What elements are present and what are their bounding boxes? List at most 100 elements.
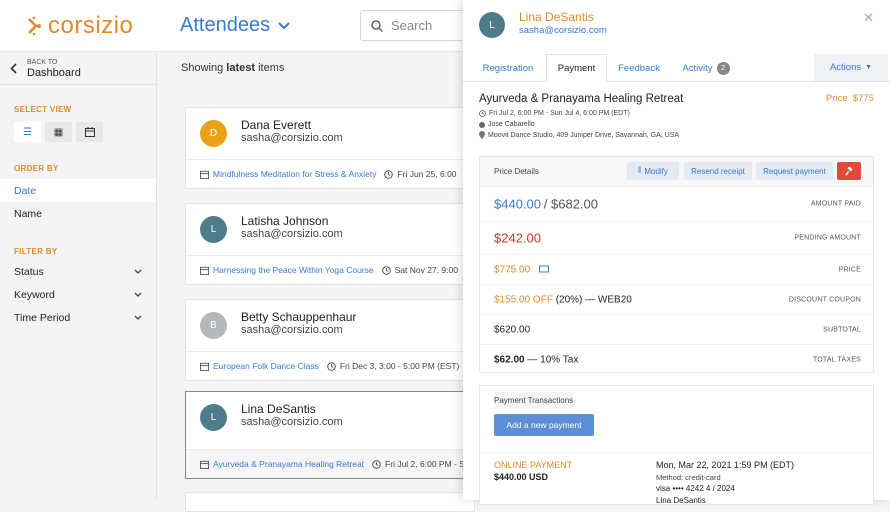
modify-button[interactable]: ⫼ Modify (627, 162, 679, 180)
event-date: Fri Jun 25, 6:00 (397, 169, 457, 179)
event-link[interactable]: Ayurveda & Pranayama Healing Retreat (213, 459, 364, 469)
price-details-title: Price Details (494, 167, 539, 176)
card-footer: Ayurveda & Pranayama Healing Retreat Fri… (186, 449, 474, 478)
location-pin-icon (479, 131, 485, 139)
calendar-icon (200, 460, 209, 469)
transaction-type: ONLINE PAYMENT (494, 460, 573, 470)
transaction-row[interactable]: ONLINE PAYMENT $440.00 USD Mon, Mar 22, … (480, 452, 873, 512)
attendee-card[interactable]: L Latisha Johnson sasha@corsizio.com Har… (185, 203, 475, 285)
event-link[interactable]: European Folk Dance Class (213, 361, 319, 371)
coupon-detail: (20%) — WEB20 (555, 294, 632, 305)
order-by-date[interactable]: Date (0, 179, 156, 202)
transaction-amount: $440.00 USD (494, 472, 549, 482)
tab-label: Activity (682, 62, 713, 74)
event-instructor: Jose Cabarello (488, 121, 535, 128)
clock-icon (327, 361, 336, 371)
attendee-card[interactable]: B Betty Schauppenhaur sasha@corsizio.com… (185, 299, 475, 381)
add-payment-button[interactable]: Add a new payment (494, 414, 594, 436)
back-to-dashboard-link[interactable]: BACK TO Dashboard (0, 53, 156, 85)
search-input[interactable]: Search (360, 10, 480, 41)
close-icon[interactable]: ✕ (863, 10, 874, 26)
list-heading: Showing latest items (181, 62, 284, 74)
card-footer: Harnessing the Peace Within Yoga Course … (186, 255, 474, 284)
filter-by-heading: FILTER BY (14, 247, 58, 256)
transaction-method: Method: credit-card (656, 473, 721, 482)
calendar-icon (200, 170, 209, 179)
logo[interactable]: corsizio (26, 12, 133, 40)
page-title-dropdown[interactable]: Attendees (180, 14, 290, 37)
price-value: $775 (852, 93, 874, 104)
tab-activity[interactable]: Activity 2 (675, 54, 737, 82)
filter-status[interactable]: Status (0, 260, 156, 283)
price-row: $775.00 PRICE (480, 254, 873, 284)
tab-bar: Registration Payment Feedback Activity 2… (463, 54, 890, 82)
event-date: Fri Jul 2, 6:00 PM - S (385, 459, 465, 469)
tab-feedback[interactable]: Feedback (611, 54, 667, 82)
price-value-wrap: $775.00 (494, 264, 549, 275)
event-date: Fri Jul 2, 6:00 PM - Sun Jul 4, 6:00 PM … (489, 110, 630, 117)
amount-paid: $440.00 (494, 196, 541, 212)
attendee-card-partial[interactable] (185, 492, 475, 512)
avatar: B (200, 312, 227, 339)
list-view-icon[interactable]: ☰ (14, 122, 41, 142)
pending-amount-row: $242.00 PENDING AMOUNT (480, 221, 873, 254)
caret-down-icon: ▼ (865, 64, 873, 71)
price-row-label: PRICE (838, 266, 861, 273)
chevron-left-icon (10, 63, 17, 74)
heading-bold: latest (226, 62, 256, 74)
subtotal-value: $620.00 (494, 324, 531, 335)
resend-receipt-button[interactable]: Resend receipt (684, 162, 752, 180)
chevron-down-icon (278, 21, 290, 29)
filter-time-period[interactable]: Time Period (0, 306, 156, 329)
taxes-value: $62.00 — 10% Tax (494, 354, 578, 365)
grid-view-icon[interactable]: ▦ (45, 122, 72, 142)
filter-label: Time Period (14, 311, 71, 324)
sidebar: BACK TO Dashboard SELECT VIEW ☰ ▦ ORDER … (0, 53, 157, 500)
amount-paid-value: $440.00 / $682.00 (494, 197, 598, 212)
avatar: D (200, 120, 227, 147)
event-link[interactable]: Harnessing the Peace Within Yoga Course (213, 265, 374, 275)
event-location: Moovit Dance Studio, 409 Juniper Drive, … (488, 131, 680, 139)
event-link[interactable]: Mindfulness Meditation for Stress & Anxi… (213, 169, 376, 179)
event-date-meta: Fri Jul 2, 6:00 PM - Sun Jul 4, 6:00 PM … (479, 110, 630, 117)
request-payment-button[interactable]: Request payment (756, 162, 833, 180)
gavel-icon[interactable] (837, 162, 861, 180)
transaction-datetime: Mon, Mar 22, 2021 1:59 PM (EDT) (656, 460, 795, 470)
attendee-card[interactable]: D Dana Everett sasha@corsizio.com Mindfu… (185, 107, 475, 189)
heading-suffix: items (258, 62, 285, 74)
page-title: Attendees (180, 14, 271, 36)
actions-dropdown[interactable]: Actions ▼ (814, 54, 888, 81)
attendee-email: sasha@corsizio.com (241, 416, 343, 428)
event-date: Sat Nov 27, 9:00 (394, 265, 458, 275)
avatar: L (479, 12, 505, 38)
actions-label: Actions (829, 62, 862, 73)
price-amount: $775.00 (494, 264, 531, 275)
attendee-email: sasha@corsizio.com (241, 132, 343, 144)
coupon-value: $155.00 OFF (20%) — WEB20 (494, 294, 632, 305)
calendar-view-icon[interactable] (76, 122, 103, 142)
attendee-email[interactable]: sasha@corsizio.com (519, 25, 607, 36)
back-small-label: BACK TO (27, 58, 58, 66)
chevron-down-icon (134, 315, 142, 320)
amount-paid-label: AMOUNT PAID (810, 200, 861, 208)
logo-text: corsizio (48, 12, 134, 39)
activity-count-badge: 2 (716, 61, 730, 75)
price-details-box: Price Details ⫼ Modify Resend receipt Re… (479, 156, 874, 373)
attendee-name: Lina DeSantis (241, 402, 316, 416)
taxes-amount: $62.00 (494, 354, 525, 365)
ticket-icon[interactable] (538, 265, 549, 273)
back-label: Dashboard (27, 66, 81, 79)
filter-keyword[interactable]: Keyword (0, 283, 156, 306)
taxes-detail: — 10% Tax (527, 354, 579, 365)
price-label: Price (825, 93, 848, 104)
attendee-name[interactable]: Lina DeSantis (519, 10, 594, 24)
order-by-name[interactable]: Name (0, 202, 156, 225)
attendee-card-selected[interactable]: L Lina DeSantis sasha@corsizio.com Ayurv… (185, 391, 475, 479)
amount-total: / $682.00 (543, 196, 598, 212)
card-footer: European Folk Dance Class Fri Dec 3, 3:0… (186, 351, 474, 380)
attendee-name: Latisha Johnson (241, 214, 329, 228)
attendee-name: Betty Schauppenhaur (241, 310, 357, 324)
view-switcher: ☰ ▦ (14, 122, 156, 142)
tab-payment[interactable]: Payment (546, 54, 607, 82)
tab-registration[interactable]: Registration (473, 54, 543, 82)
